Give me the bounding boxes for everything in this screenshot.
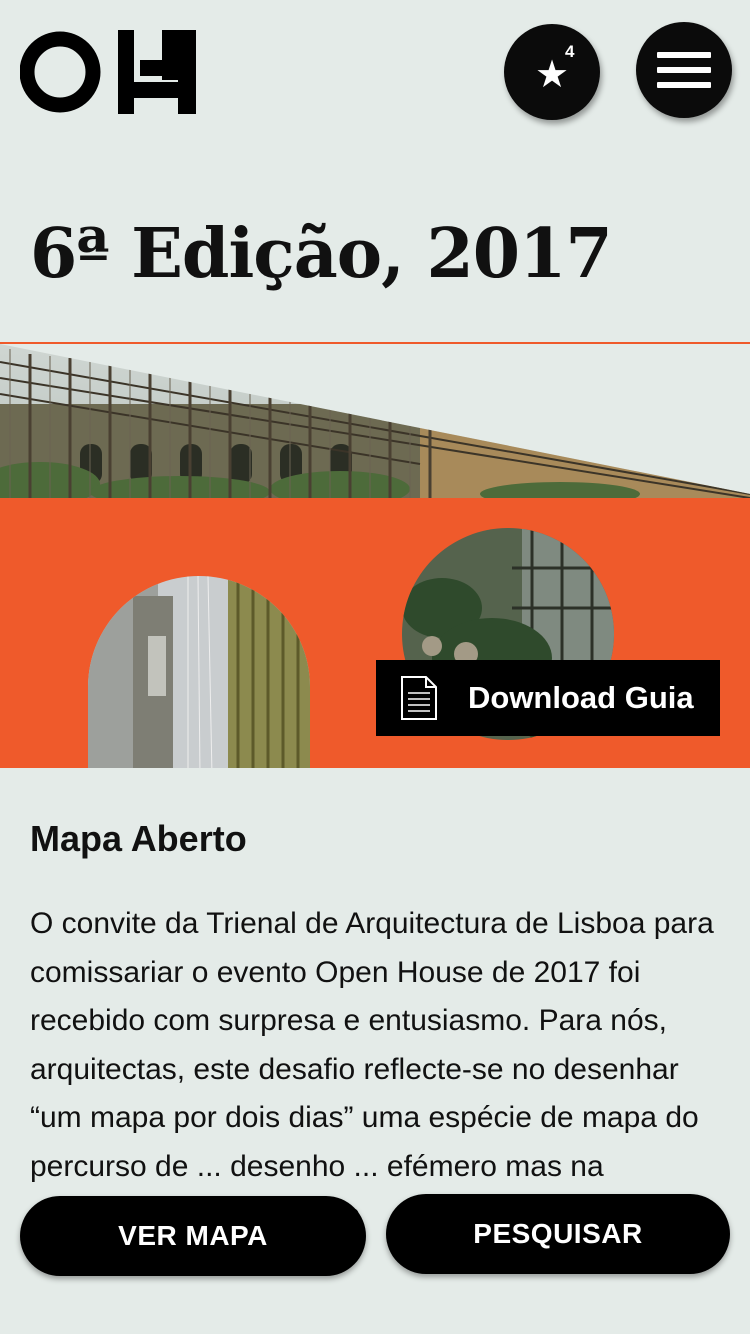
view-map-button[interactable]: VER MAPA xyxy=(20,1196,366,1276)
open-house-logo[interactable] xyxy=(20,30,200,114)
search-button[interactable]: PESQUISAR xyxy=(386,1194,730,1274)
article-body: O convite da Trienal de Arquitectura de … xyxy=(30,907,714,1231)
star-icon: ★ xyxy=(534,52,570,96)
page-title: 6ª Edição, 2017 xyxy=(30,214,613,294)
arch-photo xyxy=(88,576,310,768)
section-title: Mapa Aberto xyxy=(30,818,247,859)
download-guide-button[interactable]: Download Guia xyxy=(376,660,720,736)
favorites-count: 4 xyxy=(565,42,575,61)
download-guide-label: Download Guia xyxy=(468,680,694,715)
menu-button[interactable] xyxy=(636,22,732,118)
hero-image xyxy=(0,344,750,500)
document-icon xyxy=(401,676,437,720)
hamburger-icon xyxy=(657,52,711,58)
favorites-button[interactable]: ★ 4 xyxy=(504,24,600,120)
